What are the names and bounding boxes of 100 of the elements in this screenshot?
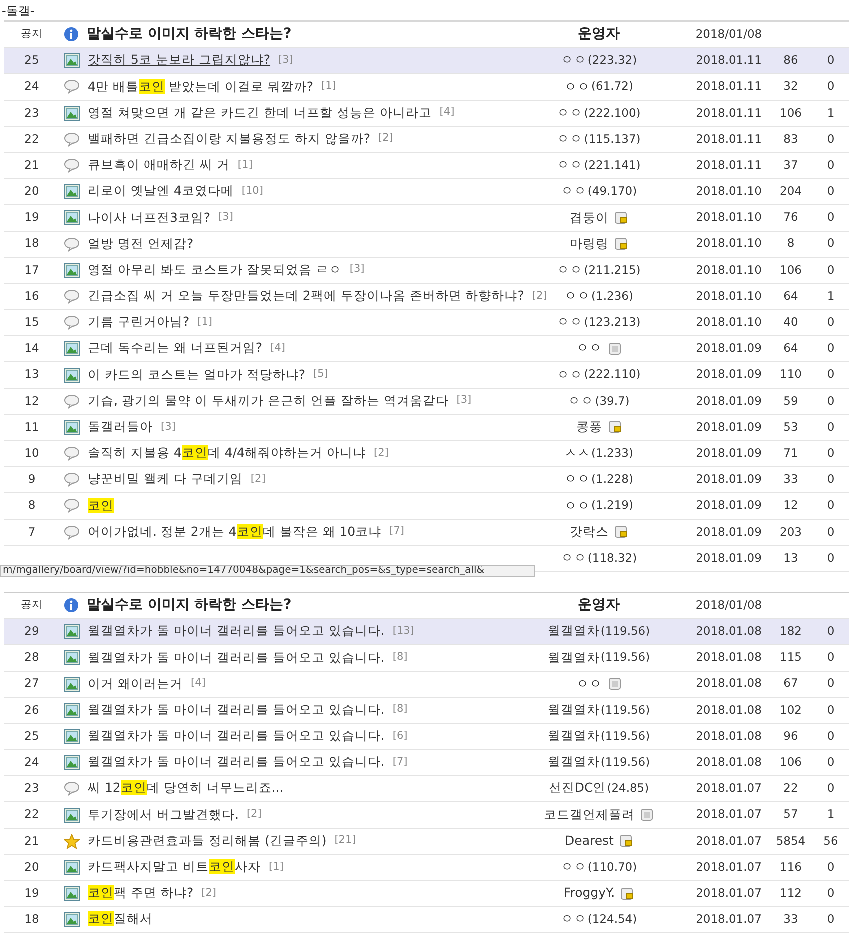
post-title-link[interactable]: 윌갤열차가 돌 마이너 갤러리를 들어오고 있습니다. (88, 727, 385, 746)
comment-count[interactable]: [21] (334, 833, 356, 850)
author-name[interactable]: ㅇㅇ (576, 339, 602, 358)
author-name[interactable]: 윌갤열차 (548, 648, 600, 668)
author-name[interactable]: 윌갤열차 (548, 753, 600, 772)
comment-count[interactable]: [4] (440, 105, 455, 122)
comment-count[interactable]: [5] (314, 367, 328, 383)
post-title-link[interactable]: 영절 쳐맞으면 개 같은 카드긴 한데 너프할 성능은 아니라고 (88, 104, 432, 123)
post-number: 20 (24, 858, 40, 876)
comment-count[interactable]: [2] (250, 472, 266, 488)
post-title-link[interactable]: 씨 12코인데 당연히 너무느리죠... (88, 779, 284, 798)
comment-count[interactable]: [2] (378, 131, 394, 148)
post-title-link[interactable]: 윌갤열차가 돌 마이너 갤러리를 들어오고 있습니다. (88, 700, 385, 720)
comment-count[interactable]: [1] (268, 860, 284, 876)
author-name[interactable]: ㅇㅇ (557, 313, 584, 332)
comment-count[interactable]: [1] (322, 79, 336, 95)
post-title-link[interactable]: 투기장에서 버그발견했다. (88, 806, 239, 824)
post-title-link[interactable]: 밸패하면 긴급소집이랑 지불용정도 하지 않을까? (88, 130, 371, 149)
author-name[interactable]: ㅅㅅ (564, 444, 591, 463)
view-count: 8 (786, 235, 796, 252)
post-title-link[interactable]: 긴급소집 씨 거 오늘 두장만들었는데 2팩에 두장이나옴 존버하면 하향하냐? (88, 287, 524, 306)
comment-count[interactable]: [2] (532, 288, 548, 304)
post-title-link[interactable]: 윌갤열차가 돌 마이너 갤러리를 들어오고 있습니다. (88, 648, 385, 668)
author-name[interactable]: ㅇㅇ (560, 910, 587, 930)
post-date: 2018.01.09 (695, 392, 763, 410)
author-name[interactable]: Dearest (565, 832, 614, 851)
comment-count[interactable]: [3] (161, 420, 176, 436)
post-title-link[interactable]: 이 카드의 코스트는 얼마가 적당하냐? (88, 366, 306, 384)
post-title-link[interactable]: 솔직히 지불용 4코인데 4/4해줘야하는거 아니냐 (88, 444, 366, 463)
comment-count[interactable]: [1] (198, 314, 212, 331)
post-title-link[interactable]: 기름 구린거아님? (88, 313, 190, 332)
comment-count[interactable]: [2] (202, 886, 216, 902)
post-title-link[interactable]: 카드팩사지말고 비트코인사자 (88, 858, 261, 877)
author-name[interactable]: 콩풍 (576, 418, 602, 437)
author-name[interactable]: ㅇㅇ (564, 287, 591, 306)
author-name[interactable]: ㅇㅇ (568, 392, 594, 411)
notice-title-link[interactable]: 말실수로 이미지 하락한 스타는? (87, 595, 292, 616)
post-number: 18 (24, 911, 40, 928)
comment-count[interactable]: [4] (190, 676, 206, 692)
author-name[interactable]: ㅇㅇ (564, 470, 591, 490)
author-name[interactable]: ㅇㅇ (560, 548, 587, 568)
post-title-link[interactable]: 윌갤열차가 돌 마이너 갤러리를 들어오고 있습니다. (88, 753, 385, 772)
author-name[interactable]: ㅇㅇ (564, 496, 591, 516)
post-title-link[interactable]: 돌갤러들아 (88, 418, 153, 437)
recommend-count: 1 (826, 104, 836, 122)
comment-count[interactable]: [4] (270, 340, 286, 357)
notice-title-link[interactable]: 말실수로 이미지 하락한 스타는? (87, 24, 292, 46)
author-name[interactable]: ㅇㅇ (564, 78, 591, 96)
post-number: 17 (24, 262, 40, 279)
post-title-link[interactable]: 냥꾼비밀 왤케 다 구데기임 (88, 470, 243, 490)
comment-count[interactable]: [2] (374, 446, 389, 462)
comment-count[interactable]: [3] (218, 210, 234, 226)
post-title-link[interactable]: 나이사 너프전3코임? (88, 208, 211, 228)
author-name[interactable]: ㅇㅇ (557, 104, 584, 123)
comment-count[interactable]: [3] (456, 393, 472, 410)
post-title-link[interactable]: 얼방 명전 언제감? (88, 234, 194, 254)
post-title-link[interactable]: 코인팩 주면 하냐? (88, 884, 194, 903)
post-title-link[interactable]: 큐브흑이 애매하긴 씨 거 (88, 156, 230, 175)
author-name[interactable]: 윌갤열차 (548, 622, 600, 642)
comment-count[interactable]: [6] (392, 728, 408, 744)
author-name[interactable]: 갓락스 (570, 522, 609, 542)
post-title-link[interactable]: 이거 왜이러는거 (88, 674, 183, 694)
author-name[interactable]: ㅇㅇ (557, 130, 584, 149)
author-name[interactable]: ㅇㅇ (576, 674, 602, 694)
comment-count[interactable]: [7] (390, 524, 405, 540)
post-title-link[interactable]: 윌갤열차가 돌 마이너 갤러리를 들어오고 있습니다. (88, 622, 385, 642)
author-name[interactable]: ㅇㅇ (557, 366, 584, 384)
post-title-link[interactable]: 4만 배틀코인 받았는데 이걸로 뭐깔까? (88, 78, 314, 96)
view-count: 33 (782, 911, 800, 928)
post-title-link[interactable]: 리로이 옛날엔 4코였다메 (88, 182, 234, 202)
author-name[interactable]: ㅇㅇ (560, 182, 587, 202)
post-date: 2018.01.09 (695, 444, 763, 462)
author-name[interactable]: 윌갤열차 (548, 700, 600, 720)
post-title-link[interactable]: 영절 아무리 봐도 코스트가 잘못되었음 ㄹㅇ (88, 260, 342, 280)
post-number: 19 (24, 884, 40, 902)
comment-count[interactable]: [1] (238, 158, 253, 174)
comment-count[interactable]: [10] (242, 184, 264, 200)
author-name[interactable]: ㅇㅇ (557, 260, 584, 280)
post-title-link[interactable]: 카드비용관련효과들 정리해봄 (긴글주의) (88, 832, 327, 851)
post-title-link[interactable]: 코인 (88, 496, 114, 516)
post-title-link[interactable]: 기습, 광기의 물약 이 두새끼가 은근히 언플 잘하는 역겨움같다 (88, 392, 449, 411)
author-name[interactable]: ㅇㅇ (560, 51, 587, 70)
author-name[interactable]: FroggyY. (564, 884, 616, 903)
post-title-link[interactable]: 근데 독수리는 왜 너프된거임? (88, 339, 263, 358)
post-title-link[interactable]: 코인 질해서 (88, 910, 153, 930)
comment-count[interactable]: [8] (392, 702, 408, 718)
comment-count[interactable]: [7] (392, 754, 408, 771)
author-name[interactable]: 윌갤열차 (548, 727, 600, 746)
author-name[interactable]: ㅇㅇ (557, 156, 584, 175)
author-ip: (222.110) (584, 366, 641, 384)
comment-count[interactable]: [3] (350, 262, 365, 278)
author-name[interactable]: ㅇㅇ (560, 858, 587, 877)
post-title-link[interactable]: 어이가없네. 정분 2개는 4코인데 불작은 왜 10코냐 (88, 522, 382, 542)
author-name[interactable]: 선진DC인 (548, 779, 606, 798)
author-name[interactable]: 코드갤언제풀려 (544, 806, 635, 824)
comment-count[interactable]: [8] (392, 650, 408, 666)
author-name[interactable]: 겹둥이 (570, 208, 609, 228)
author-name[interactable]: 마링링 (570, 234, 609, 254)
board-title: -돌갤- (1, 3, 36, 20)
comment-count[interactable]: [2] (246, 807, 262, 823)
